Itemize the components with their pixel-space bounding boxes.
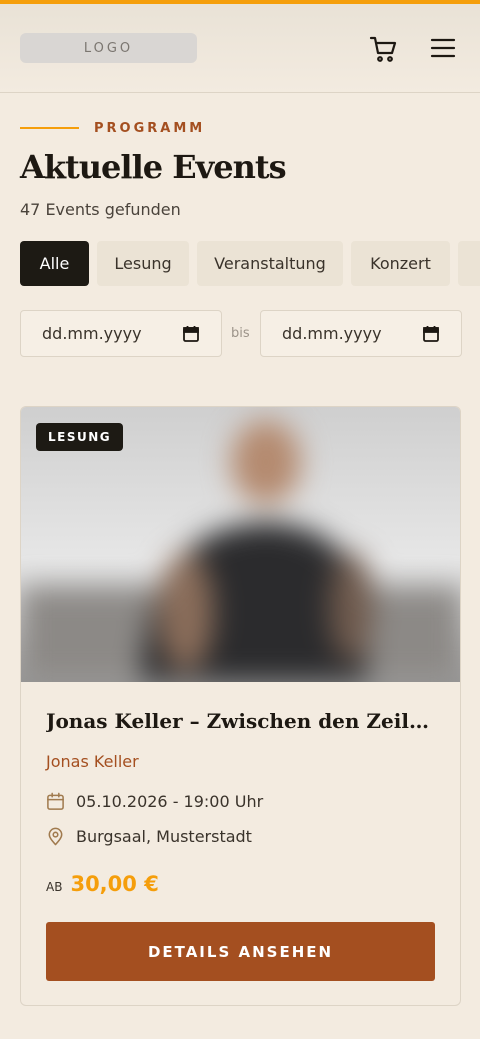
- filter-chip-lesung[interactable]: Lesung: [97, 241, 189, 286]
- cart-icon[interactable]: [368, 34, 400, 66]
- event-venue: Burgsaal, Musterstadt: [76, 827, 252, 846]
- event-category-badge: LESUNG: [36, 423, 124, 451]
- site-header: LOGO: [0, 4, 480, 93]
- calendar-icon: [47, 792, 64, 810]
- hamburger-menu-icon[interactable]: [429, 34, 457, 62]
- result-count: 47 Events gefunden: [20, 200, 181, 219]
- logo[interactable]: LOGO: [20, 33, 197, 63]
- calendar-icon[interactable]: [423, 325, 439, 343]
- price-prefix: AB: [46, 880, 63, 894]
- date-from-input[interactable]: dd.mm.yyyy: [20, 310, 222, 357]
- event-artist: Jonas Keller: [46, 752, 139, 771]
- event-venue-row: Burgsaal, Musterstadt: [46, 827, 252, 846]
- page-title: Aktuelle Events: [20, 148, 287, 186]
- event-price: AB 30,00 €: [46, 872, 159, 896]
- filter-chip-alle[interactable]: Alle: [20, 241, 89, 286]
- date-range-separator: bis: [231, 326, 250, 341]
- section-eyebrow: PROGRAMM: [20, 118, 205, 138]
- event-datetime-row: 05.10.2026 - 19:00 Uhr: [46, 792, 263, 811]
- calendar-icon[interactable]: [183, 325, 199, 343]
- event-card[interactable]: LESUNG Jonas Keller – Zwischen den Zeile…: [20, 406, 461, 1006]
- filter-chip-more[interactable]: [458, 241, 480, 286]
- filter-chip-veranstaltung[interactable]: Veranstaltung: [197, 241, 343, 286]
- eyebrow-divider: [20, 127, 79, 129]
- location-pin-icon: [48, 827, 63, 846]
- eyebrow-label: PROGRAMM: [94, 120, 206, 136]
- event-image[interactable]: LESUNG: [21, 407, 460, 682]
- category-filter-bar: Alle Lesung Veranstaltung Konzert: [20, 241, 480, 286]
- date-from-placeholder: dd.mm.yyyy: [42, 324, 142, 343]
- event-title[interactable]: Jonas Keller – Zwischen den Zeilen …: [46, 709, 441, 733]
- filter-chip-konzert[interactable]: Konzert: [351, 241, 450, 286]
- event-datetime: 05.10.2026 - 19:00 Uhr: [76, 792, 264, 811]
- price-value: 30,00 €: [70, 872, 159, 896]
- date-to-input[interactable]: dd.mm.yyyy: [260, 310, 462, 357]
- date-to-placeholder: dd.mm.yyyy: [282, 324, 382, 343]
- details-button[interactable]: DETAILS ANSEHEN: [46, 922, 435, 981]
